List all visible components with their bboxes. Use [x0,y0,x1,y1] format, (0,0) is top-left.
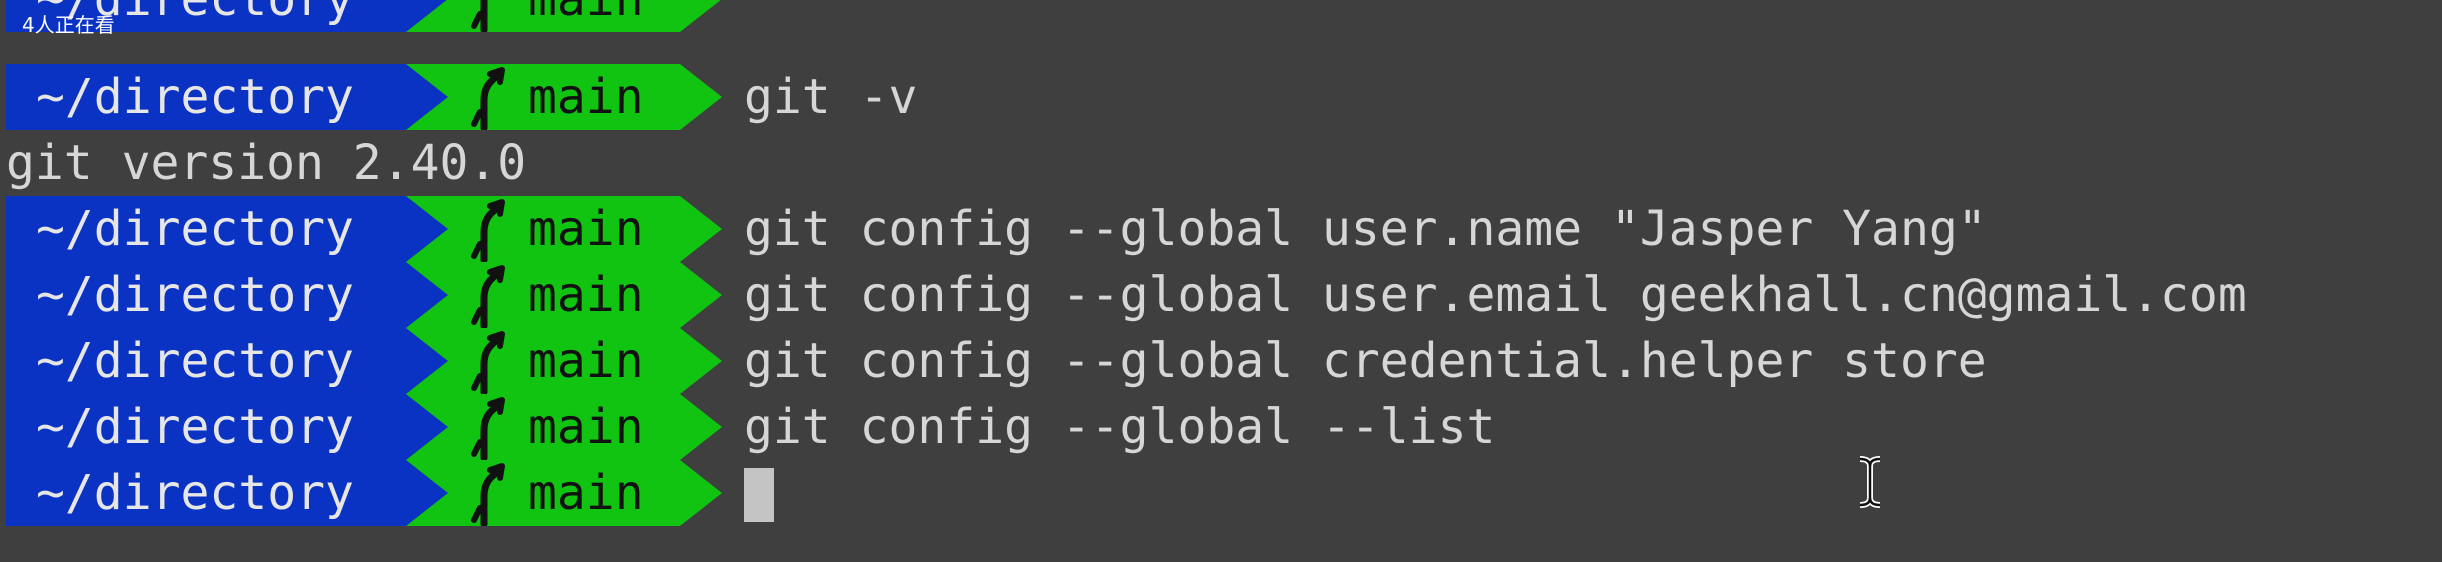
prompt-branch: main [528,267,644,323]
terminal-line-active[interactable]: ~/directory main [0,460,2442,526]
prompt: ~/directory main [6,196,722,262]
prompt-directory: ~/directory [36,333,354,389]
prompt-directory: ~/directory [36,201,354,257]
prompt: ~/directory main [6,460,722,526]
command-text: git config --global user.email geekhall.… [744,267,2247,323]
prompt-branch: main [528,0,644,32]
git-branch-icon [471,397,505,460]
command-text: git -v [744,69,918,125]
prompt-branch: main [528,465,644,521]
ibeam-cursor-icon [1859,456,1881,508]
prompt-directory: ~/directory [36,399,354,455]
terminal-line: ~/directory main git config --global cre… [0,328,2442,394]
git-branch-icon [471,67,505,130]
prompt-branch: main [528,333,644,389]
command-text: git config --global --list [744,399,1496,455]
terminal-window[interactable]: 4人正在看 ~/directory main ~/directory [0,0,2442,562]
terminal-line: ~/directory main [0,0,2442,32]
terminal-line: ~/directory main git -v [0,64,2442,130]
terminal-line: git version 2.40.0 [0,130,2442,196]
prompt-branch: main [528,69,644,125]
prompt-directory: ~/directory [36,465,354,521]
git-branch-icon [471,463,505,526]
terminal-line: ~/directory main git config --global use… [0,196,2442,262]
prompt: ~/directory main [6,328,722,394]
prompt-branch: main [528,399,644,455]
git-branch-icon [471,199,505,262]
command-output: git version 2.40.0 [6,135,527,191]
terminal-line: ~/directory main git config --global --l… [0,394,2442,460]
terminal-line: ~/directory main git config --global use… [0,262,2442,328]
git-branch-icon [471,0,488,32]
prompt-directory: ~/directory [36,69,354,125]
viewer-count-badge: 4人正在看 [22,13,115,37]
prompt-branch: main [528,201,644,257]
prompt-directory: ~/directory [36,267,354,323]
command-text: git config --global user.name "Jasper Ya… [744,201,1987,257]
prompt: ~/directory main [6,262,722,328]
prompt: ~/directory main [6,394,722,460]
git-branch-icon [471,331,505,394]
text-cursor [744,468,774,522]
git-branch-icon [471,265,505,328]
prompt: ~/directory main [6,64,722,130]
command-text: git config --global credential.helper st… [744,333,1987,389]
